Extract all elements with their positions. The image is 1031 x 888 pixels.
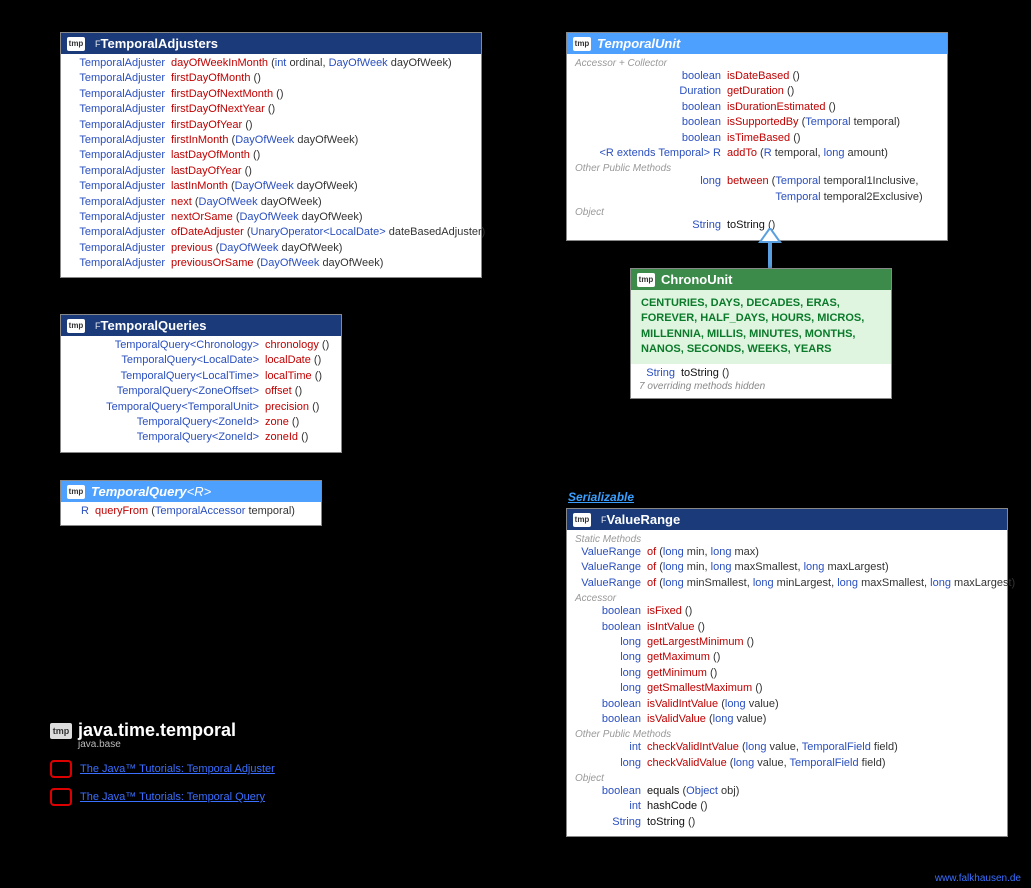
method-row: TemporalQuery<TemporalUnit>precision (): [69, 400, 333, 415]
class-title: TemporalQueries: [101, 318, 207, 333]
class-title: TemporalQuery<R>: [91, 484, 211, 499]
method-row: StringtoString (): [639, 366, 883, 381]
class-title: TemporalAdjusters: [101, 36, 219, 51]
class-body: RqueryFrom (TemporalAccessor temporal): [61, 502, 321, 525]
method-row: ValueRangeof (long minSmallest, long min…: [575, 576, 999, 591]
section-label: Accessor: [575, 593, 999, 604]
method-row: TemporalAdjusterfirstInMonth (DayOfWeek …: [69, 133, 473, 148]
method-row: booleanisSupportedBy (Temporal temporal): [575, 115, 939, 130]
method-row: TemporalAdjusternextOrSame (DayOfWeek da…: [69, 210, 473, 225]
method-row: intcheckValidIntValue (long value, Tempo…: [575, 740, 999, 755]
method-row: TemporalAdjusterlastInMonth (DayOfWeek d…: [69, 179, 473, 194]
class-body: Static MethodsValueRangeof (long min, lo…: [567, 530, 1007, 836]
stereotype: F: [95, 321, 101, 331]
section-label: Other Public Methods: [575, 729, 999, 740]
method-row: booleanequals (Object obj): [575, 784, 999, 799]
section-label: Other Public Methods: [575, 163, 939, 174]
method-row: TemporalQuery<LocalDate>localDate (): [69, 353, 333, 368]
class-header: tmp ChronoUnit: [631, 269, 891, 290]
package-block: tmp java.time.temporal java.base The Jav…: [50, 720, 275, 806]
method-row: RqueryFrom (TemporalAccessor temporal): [69, 504, 313, 519]
method-row: StringtoString (): [575, 815, 999, 830]
class-icon: tmp: [573, 37, 591, 51]
class-icon: tmp: [637, 273, 655, 287]
class-temporal-unit: tmp TemporalUnit Accessor + Collectorboo…: [566, 32, 948, 241]
method-row: TemporalAdjusterprevious (DayOfWeek dayO…: [69, 241, 473, 256]
method-row: inthashCode (): [575, 799, 999, 814]
class-temporal-query: tmp TemporalQuery<R> RqueryFrom (Tempora…: [60, 480, 322, 526]
method-row: longcheckValidValue (long value, Tempora…: [575, 756, 999, 771]
method-row: ValueRangeof (long min, long maxSmallest…: [575, 560, 999, 575]
method-row: booleanisTimeBased (): [575, 131, 939, 146]
class-body: TemporalQuery<Chronology>chronology ()Te…: [61, 336, 341, 452]
method-row: booleanisDurationEstimated (): [575, 100, 939, 115]
stereotype: F: [95, 39, 101, 49]
tutorial-link-1[interactable]: The Java™ Tutorials: Temporal Adjuster: [50, 760, 275, 778]
tutorial-link-2[interactable]: The Java™ Tutorials: Temporal Query: [50, 788, 275, 806]
footer-link[interactable]: www.falkhausen.de: [935, 873, 1021, 884]
method-row: longbetween (Temporal temporal1Inclusive…: [575, 174, 939, 205]
class-header: tmp F TemporalAdjusters: [61, 33, 481, 54]
class-value-range: tmp F ValueRange Static MethodsValueRang…: [566, 508, 1008, 837]
method-row: TemporalAdjusterfirstDayOfYear (): [69, 118, 473, 133]
serializable-label[interactable]: Serializable: [568, 490, 634, 504]
method-row: TemporalQuery<ZoneId>zone (): [69, 415, 333, 430]
method-row: ValueRangeof (long min, long max): [575, 545, 999, 560]
method-row: booleanisIntValue (): [575, 620, 999, 635]
method-row: TemporalAdjusterlastDayOfMonth (): [69, 148, 473, 163]
section-label: Object: [575, 207, 939, 218]
method-row: TemporalAdjusterpreviousOrSame (DayOfWee…: [69, 256, 473, 271]
class-header: tmp F TemporalQueries: [61, 315, 341, 336]
enum-constants: CENTURIES, DAYS, DECADES, ERAS, FOREVER,…: [631, 290, 891, 364]
class-icon: tmp: [573, 513, 591, 527]
method-row: TemporalQuery<LocalTime>localTime (): [69, 369, 333, 384]
oracle-icon: [50, 760, 72, 778]
section-label: Accessor + Collector: [575, 58, 939, 69]
method-row: booleanisValidIntValue (long value): [575, 697, 999, 712]
class-temporal-adjusters: tmp F TemporalAdjusters TemporalAdjuster…: [60, 32, 482, 278]
method-row: booleanisDateBased (): [575, 69, 939, 84]
class-icon: tmp: [67, 319, 85, 333]
class-icon: tmp: [67, 485, 85, 499]
hidden-note: 7 overriding methods hidden: [639, 381, 883, 392]
method-row: TemporalQuery<Chronology>chronology (): [69, 338, 333, 353]
class-chrono-unit: tmp ChronoUnit CENTURIES, DAYS, DECADES,…: [630, 268, 892, 399]
class-title: ChronoUnit: [661, 272, 732, 287]
method-row: longgetSmallestMaximum (): [575, 681, 999, 696]
class-icon: tmp: [67, 37, 85, 51]
method-row: TemporalQuery<ZoneId>zoneId (): [69, 430, 333, 445]
section-label: Static Methods: [575, 534, 999, 545]
class-header: tmp TemporalUnit: [567, 33, 947, 54]
method-row: StringtoString (): [575, 218, 939, 233]
class-temporal-queries: tmp F TemporalQueries TemporalQuery<Chro…: [60, 314, 342, 453]
package-title: tmp java.time.temporal: [50, 720, 275, 741]
method-row: TemporalAdjusterlastDayOfYear (): [69, 164, 473, 179]
class-body: TemporalAdjusterdayOfWeekInMonth (int or…: [61, 54, 481, 277]
class-title: TemporalUnit: [597, 36, 680, 51]
method-row: TemporalAdjusterfirstDayOfMonth (): [69, 71, 473, 86]
method-row: longgetMaximum (): [575, 650, 999, 665]
method-row: TemporalQuery<ZoneOffset>offset (): [69, 384, 333, 399]
class-title: ValueRange: [607, 512, 681, 527]
method-row: longgetMinimum (): [575, 666, 999, 681]
class-header: tmp TemporalQuery<R>: [61, 481, 321, 502]
method-row: booleanisValidValue (long value): [575, 712, 999, 727]
method-row: longgetLargestMinimum (): [575, 635, 999, 650]
method-row: TemporalAdjusterofDateAdjuster (UnaryOpe…: [69, 225, 473, 240]
method-row: <R extends Temporal> RaddTo (R temporal,…: [575, 146, 939, 161]
oracle-icon: [50, 788, 72, 806]
method-row: TemporalAdjusterfirstDayOfNextYear (): [69, 102, 473, 117]
method-row: TemporalAdjusterdayOfWeekInMonth (int or…: [69, 56, 473, 71]
method-row: TemporalAdjusternext (DayOfWeek dayOfWee…: [69, 195, 473, 210]
section-label: Object: [575, 773, 999, 784]
package-icon: tmp: [50, 723, 72, 739]
method-row: booleanisFixed (): [575, 604, 999, 619]
class-body: Accessor + CollectorbooleanisDateBased (…: [567, 54, 947, 240]
class-header: tmp F ValueRange: [567, 509, 1007, 530]
method-row: TemporalAdjusterfirstDayOfNextMonth (): [69, 87, 473, 102]
class-body: StringtoString ()7 overriding methods hi…: [631, 364, 891, 398]
method-row: DurationgetDuration (): [575, 84, 939, 99]
stereotype: F: [601, 515, 607, 525]
